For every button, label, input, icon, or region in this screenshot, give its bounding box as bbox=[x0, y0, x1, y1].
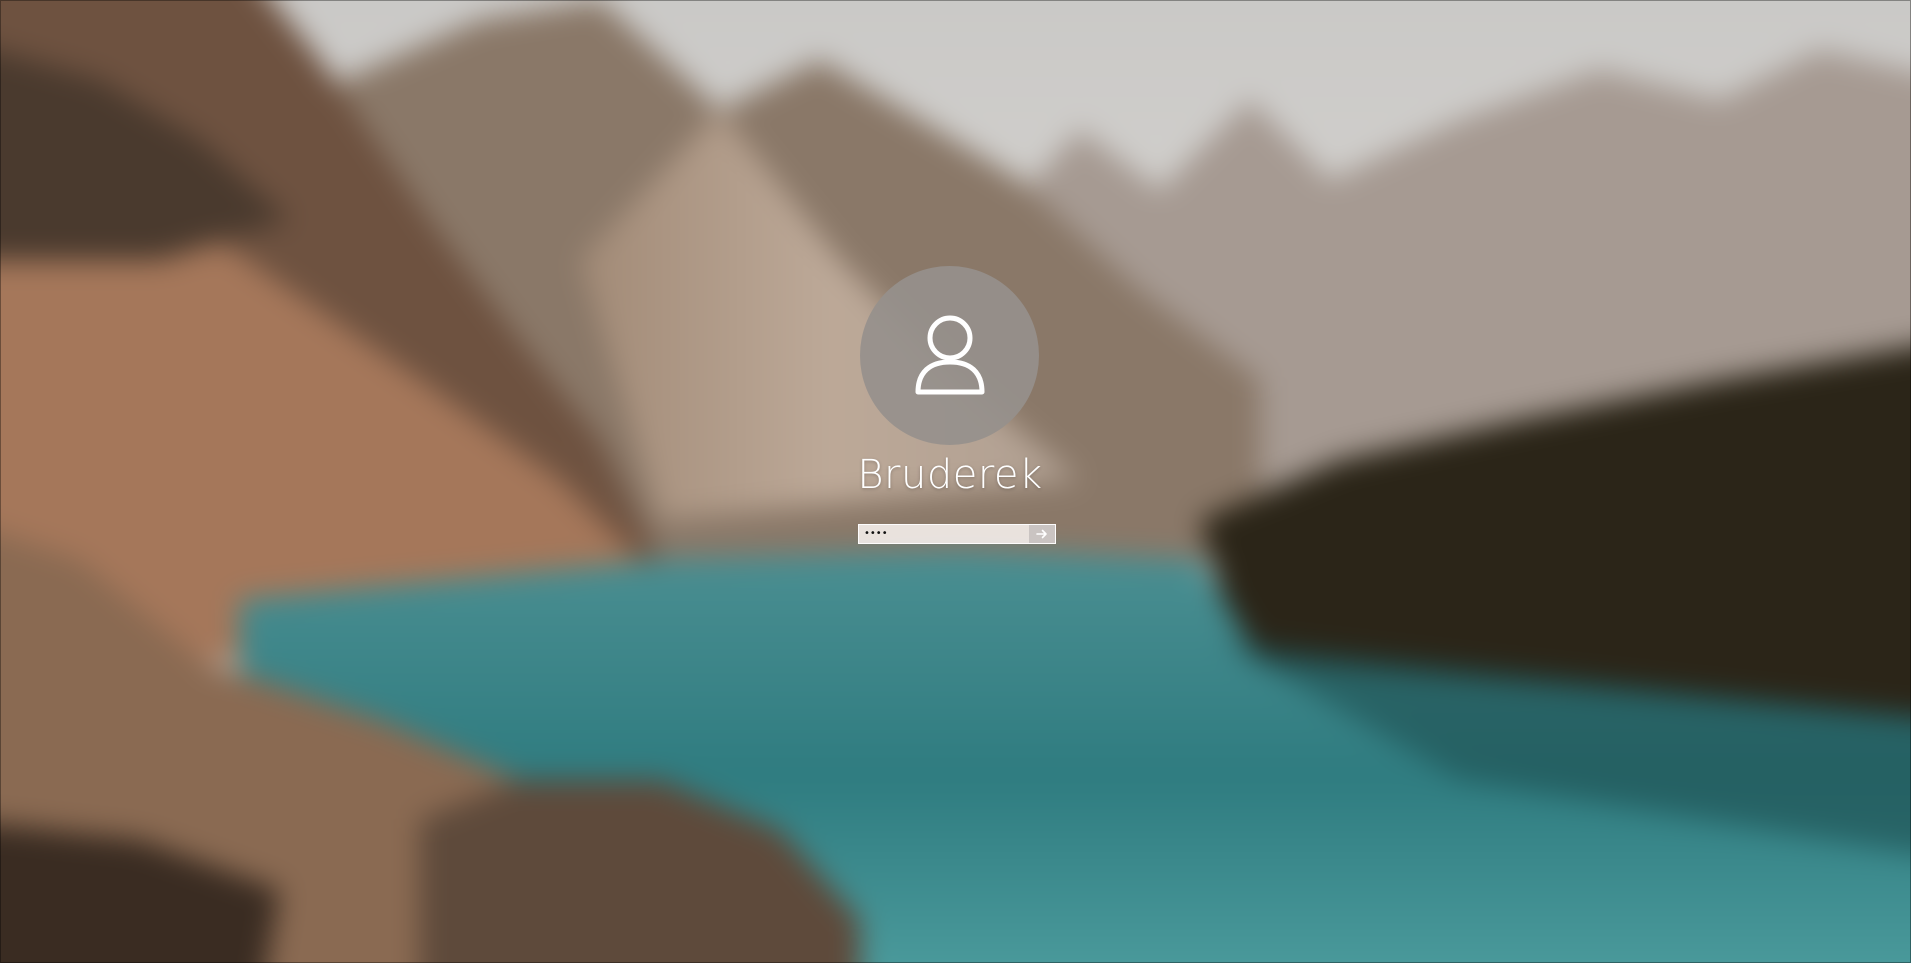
arrow-right-icon bbox=[1036, 529, 1047, 539]
password-box: •••• bbox=[858, 524, 1056, 545]
user-avatar bbox=[860, 266, 1039, 445]
login-panel: Bruderek •••• bbox=[0, 0, 1911, 963]
user-icon bbox=[915, 315, 984, 394]
submit-button[interactable] bbox=[1029, 525, 1055, 543]
lock-screen: Bruderek •••• bbox=[0, 0, 1911, 963]
password-field[interactable] bbox=[859, 526, 992, 545]
username-label: Bruderek bbox=[857, 452, 1043, 498]
